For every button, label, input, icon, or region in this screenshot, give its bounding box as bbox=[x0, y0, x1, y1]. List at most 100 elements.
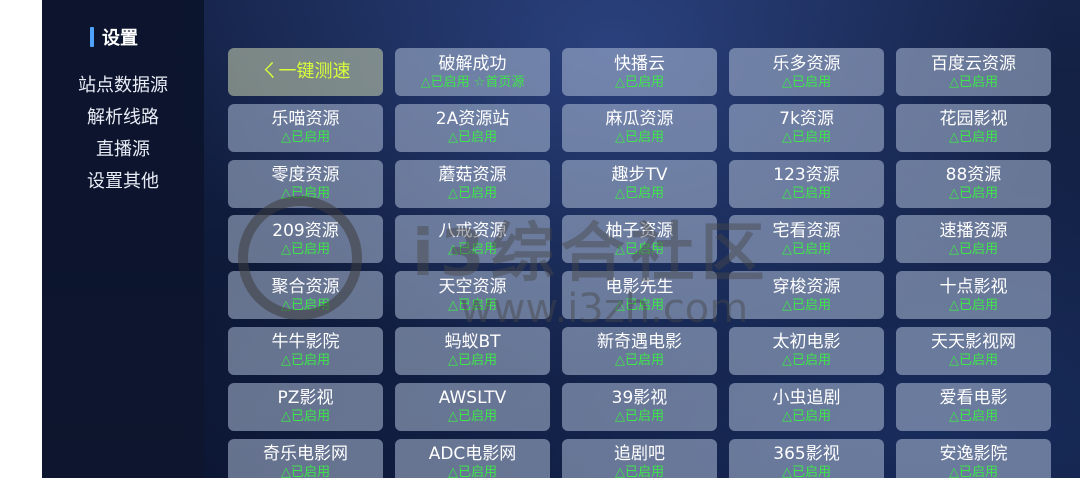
source-name: 安逸影院 bbox=[939, 444, 1008, 465]
source-name: 天空资源 bbox=[438, 276, 507, 297]
source-status: △已启用 bbox=[615, 186, 664, 202]
source-card[interactable]: 百度云资源 △已启用 bbox=[896, 48, 1051, 96]
source-card[interactable]: 安逸影院 △已启用 bbox=[896, 438, 1051, 478]
source-card[interactable]: 牛牛影院 △已启用 bbox=[228, 326, 383, 375]
source-card[interactable]: 速播资源 △已启用 bbox=[896, 215, 1051, 264]
source-card[interactable]: AWSLTV △已启用 bbox=[395, 382, 550, 431]
source-status: △已启用 bbox=[782, 186, 831, 202]
source-status: △已启用 bbox=[281, 353, 330, 369]
source-card[interactable]: 2A资源站 △已启用 bbox=[395, 103, 550, 152]
source-card[interactable]: 破解成功 △已启用 ☆首页源 bbox=[395, 48, 550, 96]
source-name: 穿梭资源 bbox=[772, 276, 841, 297]
source-status: △已启用 bbox=[782, 353, 831, 369]
source-status: △已启用 bbox=[448, 130, 497, 146]
source-card[interactable]: 天天影视网 △已启用 bbox=[896, 326, 1051, 375]
source-status: △已启用 bbox=[281, 465, 330, 478]
source-card[interactable]: 十点影视 △已启用 bbox=[896, 271, 1051, 320]
source-status: △已启用 bbox=[949, 241, 998, 257]
speed-test-button[interactable]: ㄑ一键测速 bbox=[228, 48, 383, 96]
source-status: △已启用 bbox=[615, 297, 664, 313]
source-card[interactable]: 乐多资源 △已启用 bbox=[729, 48, 884, 96]
source-name: 宅看资源 bbox=[772, 220, 841, 241]
source-status: △已启用 bbox=[782, 241, 831, 257]
source-card[interactable]: 趣步TV △已启用 bbox=[562, 159, 717, 208]
source-status: △已启用 bbox=[281, 241, 330, 257]
source-name: 39影视 bbox=[611, 388, 668, 409]
source-name: 365影视 bbox=[773, 444, 840, 465]
source-name: 太初电影 bbox=[772, 332, 841, 353]
source-card[interactable]: 209资源 △已启用 bbox=[228, 215, 383, 264]
source-card[interactable]: PZ影视 △已启用 bbox=[228, 382, 383, 431]
sidebar-item-parse-lines[interactable]: 解析线路 bbox=[42, 102, 204, 134]
source-card[interactable]: 八戒资源 △已启用 bbox=[395, 215, 550, 264]
source-card[interactable]: 宅看资源 △已启用 bbox=[729, 215, 884, 264]
source-status: △已启用 bbox=[281, 297, 330, 313]
source-name: 小虫追剧 bbox=[772, 388, 841, 409]
source-card[interactable]: 聚合资源 △已启用 bbox=[228, 271, 383, 320]
source-name: 天天影视网 bbox=[931, 332, 1016, 353]
source-card[interactable]: 花园影视 △已启用 bbox=[896, 103, 1051, 152]
source-status: △已启用 bbox=[782, 465, 831, 478]
source-name: 花园影视 bbox=[939, 109, 1008, 130]
source-name: 零度资源 bbox=[271, 165, 340, 186]
source-status: △已启用 bbox=[949, 186, 998, 202]
source-status: △已启用 bbox=[949, 130, 998, 146]
sidebar: 设置 站点数据源 解析线路 直播源 设置其他 bbox=[42, 0, 204, 478]
source-name: 破解成功 bbox=[438, 53, 507, 74]
source-card[interactable]: 柚子资源 △已启用 bbox=[562, 215, 717, 264]
source-card[interactable]: ADC电影网 △已启用 bbox=[395, 438, 550, 478]
source-card[interactable]: 零度资源 △已启用 bbox=[228, 159, 383, 208]
source-card[interactable]: 麻瓜资源 △已启用 bbox=[562, 103, 717, 152]
source-status: △已启用 bbox=[615, 465, 664, 478]
sidebar-item-live-sources[interactable]: 直播源 bbox=[42, 134, 204, 166]
source-name: ADC电影网 bbox=[428, 444, 517, 465]
source-name: 209资源 bbox=[272, 220, 339, 241]
source-name: 追剧吧 bbox=[614, 444, 665, 465]
source-name: 百度云资源 bbox=[931, 53, 1016, 74]
source-card[interactable]: 电影先生 △已启用 bbox=[562, 271, 717, 320]
source-status: △已启用 bbox=[782, 297, 831, 313]
source-card[interactable]: 小虫追剧 △已启用 bbox=[729, 382, 884, 431]
source-card[interactable]: 蘑菇资源 △已启用 bbox=[395, 159, 550, 208]
bottom-blank-area bbox=[0, 478, 1080, 498]
source-status: △已启用 bbox=[281, 130, 330, 146]
source-card[interactable]: 蚂蚁BT △已启用 bbox=[395, 326, 550, 375]
source-name: 2A资源站 bbox=[435, 109, 510, 130]
source-card[interactable]: 88资源 △已启用 bbox=[896, 159, 1051, 208]
source-status: △已启用 bbox=[448, 297, 497, 313]
source-name: 趣步TV bbox=[611, 165, 668, 186]
sidebar-item-other-settings[interactable]: 设置其他 bbox=[42, 166, 204, 198]
source-card[interactable]: 39影视 △已启用 bbox=[562, 382, 717, 431]
source-status: △已启用 bbox=[448, 353, 497, 369]
source-card[interactable]: 新奇遇电影 △已启用 bbox=[562, 326, 717, 375]
source-card[interactable]: 爱看电影 △已启用 bbox=[896, 382, 1051, 431]
app-window: 设置 站点数据源 解析线路 直播源 设置其他 ㄑ一键测速 破解成功 △已启用 ☆首页… bbox=[42, 0, 1080, 478]
source-name: PZ影视 bbox=[277, 388, 334, 409]
source-status: △已启用 bbox=[448, 186, 497, 202]
source-card[interactable]: 追剧吧 △已启用 bbox=[562, 438, 717, 478]
source-status: △已启用 bbox=[782, 409, 831, 425]
source-name: 麻瓜资源 bbox=[605, 109, 674, 130]
source-status: △已启用 bbox=[949, 409, 998, 425]
sidebar-item-site-sources[interactable]: 站点数据源 bbox=[42, 70, 204, 102]
source-card[interactable]: 快播云 △已启用 bbox=[562, 48, 717, 96]
source-status: △已启用 bbox=[782, 74, 831, 90]
source-card[interactable]: 乐喵资源 △已启用 bbox=[228, 103, 383, 152]
source-status: △已启用 bbox=[615, 241, 664, 257]
source-status: △已启用 bbox=[281, 186, 330, 202]
source-name: 乐多资源 bbox=[772, 53, 841, 74]
source-name: 奇乐电影网 bbox=[263, 444, 348, 465]
source-status: △已启用 bbox=[615, 353, 664, 369]
source-name: 十点影视 bbox=[939, 276, 1008, 297]
sidebar-header: 设置 bbox=[90, 26, 138, 49]
source-card[interactable]: 天空资源 △已启用 bbox=[395, 271, 550, 320]
source-card[interactable]: 奇乐电影网 △已启用 bbox=[228, 438, 383, 478]
source-card[interactable]: 365影视 △已启用 bbox=[729, 438, 884, 478]
source-name: 聚合资源 bbox=[271, 276, 340, 297]
source-card[interactable]: 太初电影 △已启用 bbox=[729, 326, 884, 375]
source-card[interactable]: 123资源 △已启用 bbox=[729, 159, 884, 208]
source-card[interactable]: 7k资源 △已启用 bbox=[729, 103, 884, 152]
source-status: △已启用 bbox=[949, 353, 998, 369]
source-card[interactable]: 穿梭资源 △已启用 bbox=[729, 271, 884, 320]
sidebar-title: 设置 bbox=[102, 28, 138, 49]
